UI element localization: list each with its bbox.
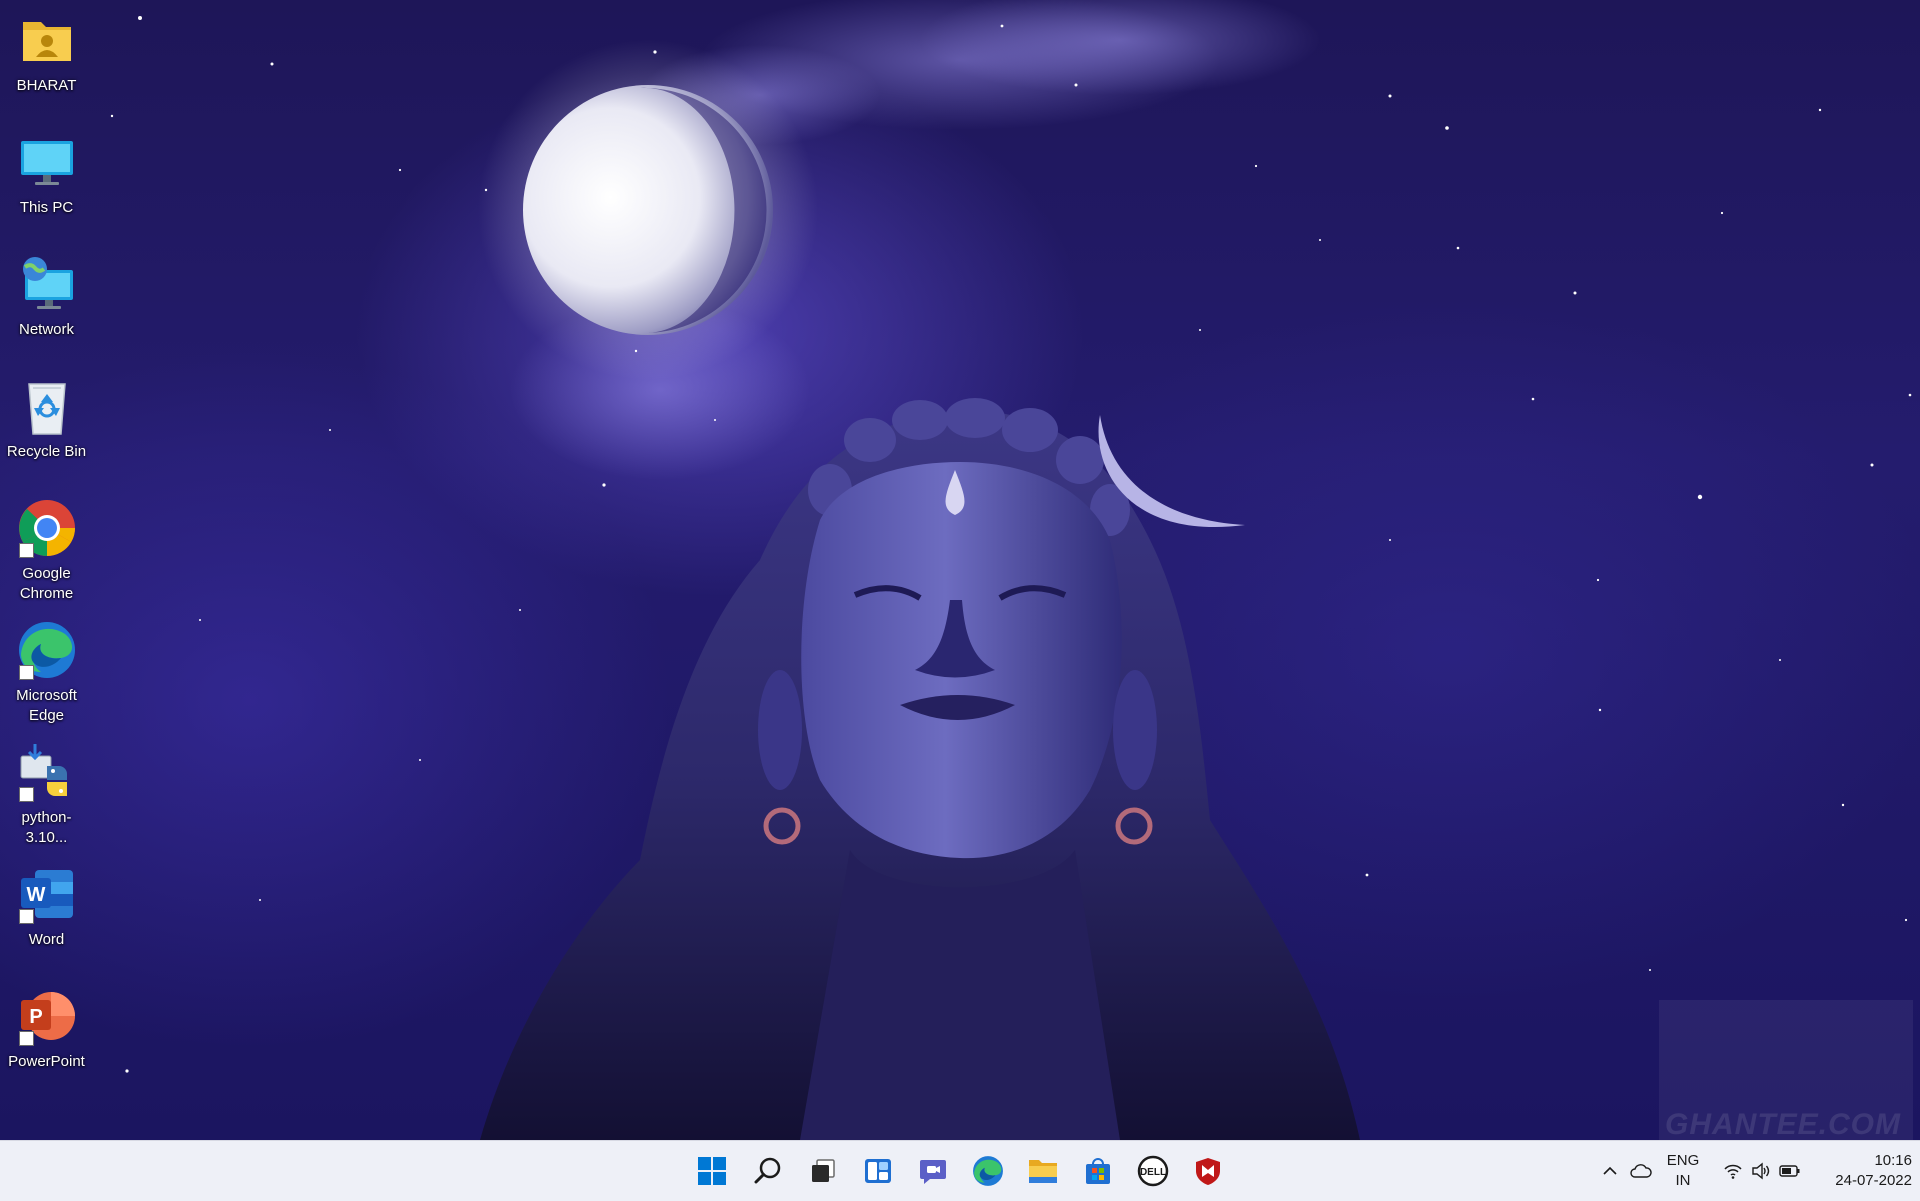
desktop-icon-powerpoint[interactable]: P PowerPoint (0, 976, 93, 1072)
shortcut-arrow-icon (18, 1031, 34, 1046)
widgets-button[interactable] (856, 1149, 900, 1193)
shortcut-arrow-icon (18, 665, 34, 680)
search-button[interactable] (746, 1149, 790, 1193)
dell-icon: DELL (1137, 1155, 1169, 1187)
file-explorer-button[interactable] (1021, 1149, 1065, 1193)
file-explorer-icon (1029, 1160, 1057, 1183)
desktop-wallpaper: GHANTEE.COM (0, 0, 1920, 1140)
recycle-bin-icon (17, 376, 77, 436)
store-icon (1086, 1158, 1110, 1184)
desktop-icon-network[interactable]: Network (0, 244, 93, 340)
teams-chat-icon (920, 1160, 946, 1184)
desktop-icon-label: Recycle Bin (6, 443, 87, 460)
clock[interactable]: 10:16 24-07-2022 (1808, 1151, 1912, 1191)
show-hidden-icons-button[interactable] (1598, 1141, 1622, 1201)
desktop-icon-microsoft-edge[interactable]: Microsoft Edge (0, 610, 93, 726)
wallpaper-art (110, 0, 1912, 1140)
chevron-up-icon (1603, 1166, 1617, 1175)
microsoft-store-button[interactable] (1076, 1149, 1120, 1193)
start-button[interactable] (690, 1149, 734, 1193)
desktop-icon-bharat[interactable]: BHARAT (0, 0, 93, 96)
dell-button[interactable]: DELL (1131, 1149, 1175, 1193)
chrome-icon (17, 498, 77, 558)
desktop-icon-label: BHARAT (16, 77, 77, 94)
taskbar-edge-button[interactable] (966, 1149, 1010, 1193)
region-code: IN (1675, 1172, 1691, 1189)
battery-icon (1779, 1165, 1800, 1177)
watermark-text: GHANTEE.COM (1665, 1108, 1901, 1140)
desktop-icon-label: python-3.10... (21, 809, 72, 846)
network-icon (17, 254, 77, 314)
widgets-icon (865, 1159, 891, 1183)
edge-icon (17, 620, 77, 680)
desktop-icon-label: This PC (19, 199, 74, 216)
desktop-icon-label: Microsoft Edge (16, 687, 77, 724)
shortcut-arrow-icon (18, 543, 34, 558)
desktop-icon-python-installer[interactable]: python-3.10... (0, 732, 93, 848)
powerpoint-icon: P (17, 986, 77, 1046)
svg-text:P: P (29, 1006, 42, 1028)
edge-icon (973, 1156, 1003, 1186)
clock-date: 24-07-2022 (1835, 1172, 1912, 1189)
desktop-icon-label: Google Chrome (19, 565, 74, 602)
volume-icon (1752, 1162, 1770, 1180)
desktop-icon-label: Network (18, 321, 74, 338)
monitor-icon (17, 132, 77, 192)
shortcut-arrow-icon (18, 787, 34, 802)
clock-time: 10:16 (1874, 1152, 1912, 1169)
task-view-button[interactable] (801, 1149, 845, 1193)
taskbar: DELL ENG IN 10:16 24-07-2022 (0, 1140, 1920, 1201)
desktop-icon-word[interactable]: W Word (0, 854, 93, 950)
search-icon (754, 1157, 781, 1184)
desktop-icon-this-pc[interactable]: This PC (0, 122, 93, 218)
desktop-icon-google-chrome[interactable]: Google Chrome (0, 488, 93, 604)
python-installer-icon (17, 742, 77, 802)
cloud-icon (1630, 1164, 1652, 1178)
task-view-icon (812, 1159, 835, 1182)
desktop-icon-recycle-bin[interactable]: Recycle Bin (0, 366, 93, 462)
mcafee-icon (1196, 1158, 1220, 1185)
windows-start-icon (698, 1157, 726, 1185)
chat-button[interactable] (911, 1149, 955, 1193)
quick-settings-button[interactable] (1716, 1141, 1808, 1201)
desktop-icon-label: PowerPoint (8, 1053, 85, 1070)
language-indicator[interactable]: ENG IN (1658, 1151, 1708, 1191)
word-icon: W (17, 864, 77, 924)
user-folder-icon (17, 10, 77, 70)
wifi-icon (1724, 1164, 1742, 1179)
svg-text:W: W (26, 884, 45, 906)
onedrive-button[interactable] (1627, 1141, 1655, 1201)
desktop-icon-label: Word (28, 931, 65, 948)
svg-text:DELL: DELL (1140, 1167, 1166, 1178)
mcafee-button[interactable] (1186, 1149, 1230, 1193)
shortcut-arrow-icon (18, 909, 34, 924)
language-code: ENG (1666, 1152, 1700, 1169)
